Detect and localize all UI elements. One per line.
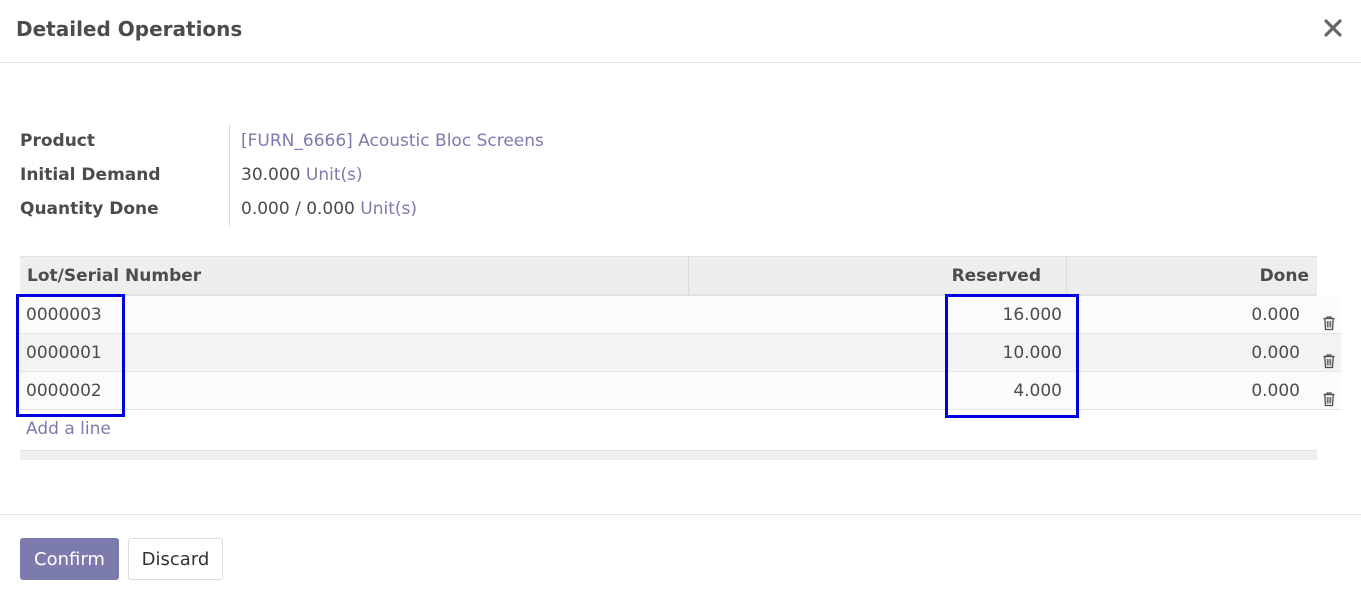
initial-demand-qty: 30.000	[241, 165, 301, 185]
dialog-header: Detailed Operations	[0, 0, 1361, 63]
lot-cell[interactable]: 0000002	[26, 372, 102, 410]
quantity-done-label: Quantity Done	[20, 199, 159, 219]
product-label: Product	[20, 131, 95, 151]
table-row[interactable]: 0000001 10.000 0.000	[20, 334, 1341, 372]
done-cell[interactable]: 0.000	[1251, 296, 1300, 334]
dialog-title: Detailed Operations	[16, 17, 243, 41]
reserved-cell: 4.000	[1013, 381, 1062, 401]
add-line-link[interactable]: Add a line	[26, 419, 111, 439]
table-row[interactable]: 0000003 16.000 0.000	[20, 296, 1341, 334]
reserved-cell: 10.000	[1002, 343, 1062, 363]
table-header: Lot/Serial Number Reserved Done	[20, 256, 1317, 296]
move-lines-table: Lot/Serial Number Reserved Done 0000003 …	[20, 256, 1341, 460]
column-header-done[interactable]: Done	[1067, 257, 1317, 295]
product-link[interactable]: [FURN_6666] Acoustic Bloc Screens	[241, 124, 544, 158]
dialog-footer: Confirm Discard	[0, 514, 1361, 606]
quantity-done-uom-link[interactable]: Unit(s)	[360, 199, 417, 219]
close-icon[interactable]	[1321, 14, 1345, 42]
trash-icon[interactable]	[1321, 345, 1337, 369]
table-footer	[20, 450, 1317, 460]
reserved-cell: 16.000	[1002, 305, 1062, 325]
lot-cell[interactable]: 0000003	[26, 296, 102, 334]
lot-cell[interactable]: 0000001	[26, 334, 102, 372]
done-cell[interactable]: 0.000	[1251, 334, 1300, 372]
discard-button[interactable]: Discard	[128, 538, 223, 580]
column-header-lot[interactable]: Lot/Serial Number	[20, 257, 689, 295]
quantity-done-qty: 0.000 / 0.000	[241, 199, 355, 219]
confirm-button[interactable]: Confirm	[20, 538, 119, 580]
trash-icon[interactable]	[1321, 383, 1337, 407]
detailed-operations-dialog: Detailed Operations Product [FURN_6666] …	[0, 0, 1361, 606]
done-cell[interactable]: 0.000	[1251, 372, 1300, 410]
initial-demand-uom-link[interactable]: Unit(s)	[306, 165, 363, 185]
table-body: 0000003 16.000 0.000 0000001 10.000 0.00…	[20, 296, 1341, 410]
table-row[interactable]: 0000002 4.000 0.000	[20, 372, 1341, 410]
initial-demand-value: 30.000 Unit(s)	[241, 158, 363, 192]
initial-demand-label: Initial Demand	[20, 165, 161, 185]
trash-icon[interactable]	[1321, 307, 1337, 331]
column-header-reserved[interactable]: Reserved	[689, 257, 1067, 295]
quantity-done-value: 0.000 / 0.000 Unit(s)	[241, 192, 417, 226]
